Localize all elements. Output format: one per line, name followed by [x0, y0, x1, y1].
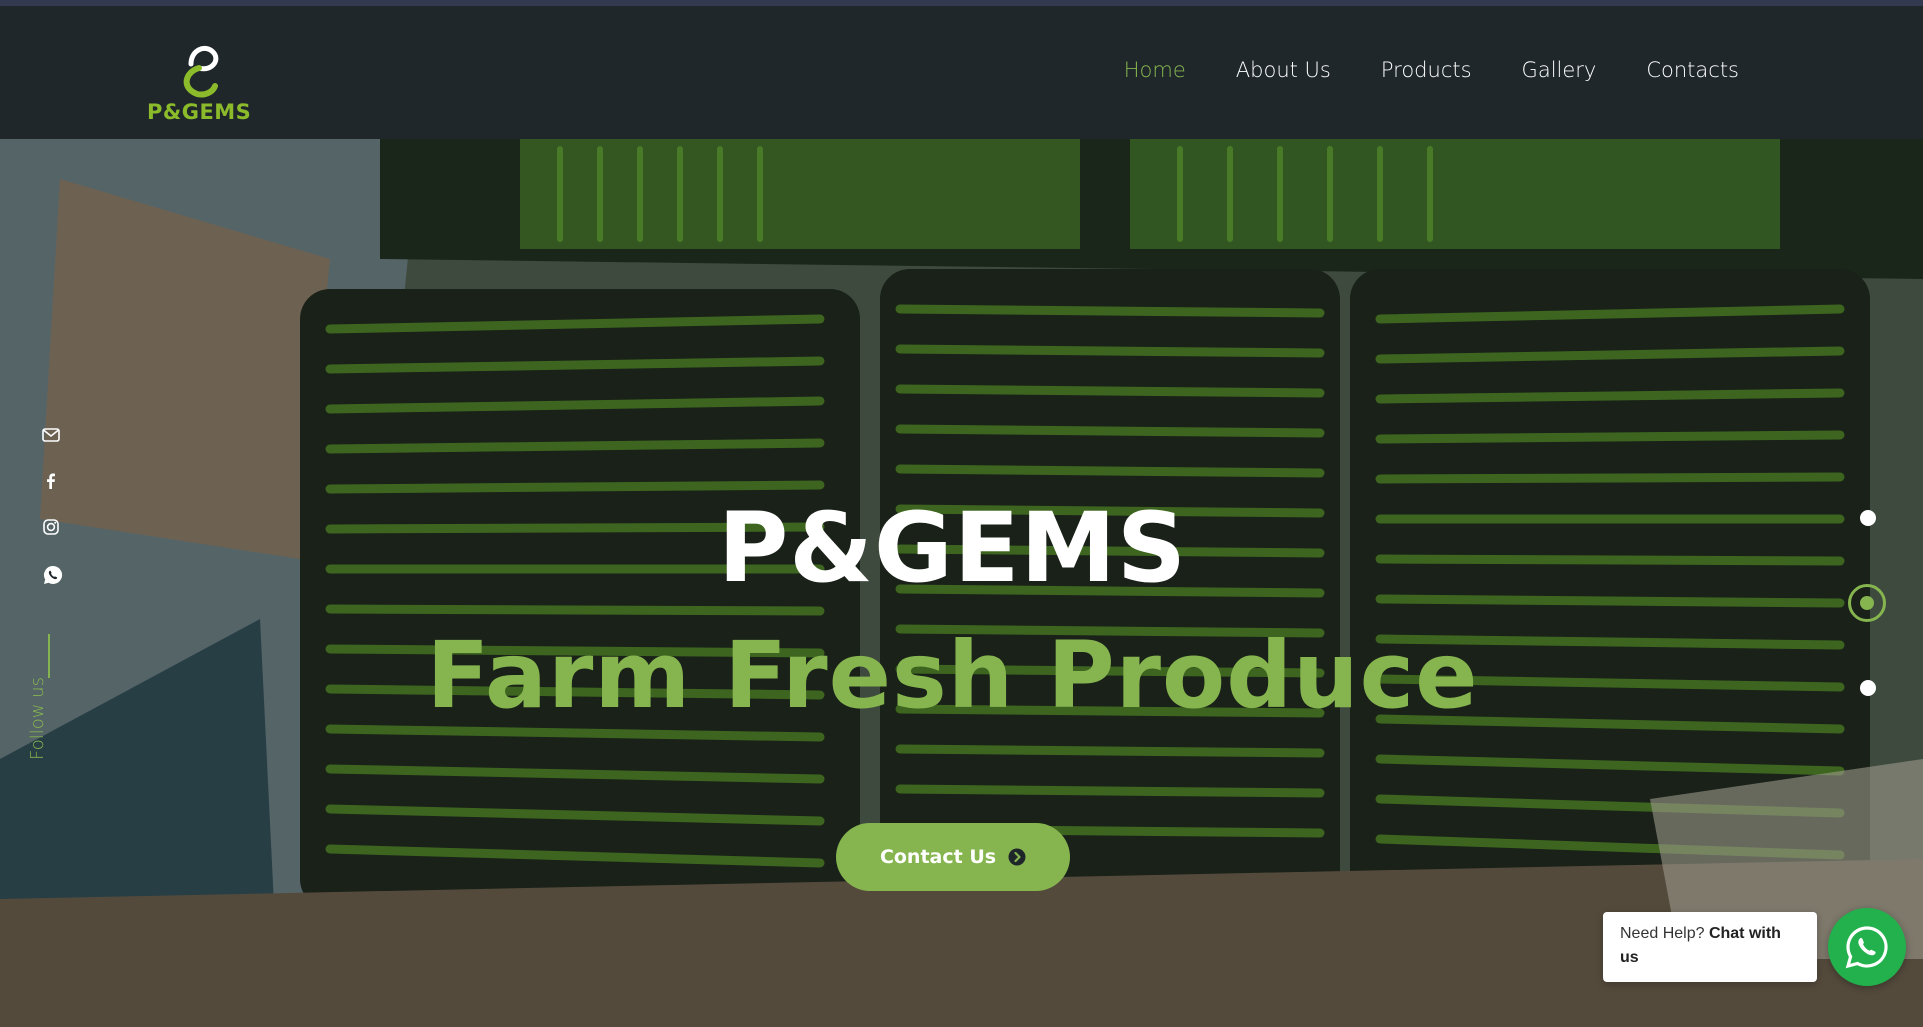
site-header: P&GEMS Home About Us Products Gallery Co…: [0, 6, 1923, 139]
help-text: Need Help?: [1620, 925, 1709, 942]
nav-products[interactable]: Products: [1381, 58, 1472, 82]
instagram-icon[interactable]: [42, 518, 66, 542]
logo-text: P&GEMS: [147, 100, 252, 124]
mail-icon[interactable]: [42, 426, 66, 450]
hero-subtitle: Farm Fresh Produce: [426, 622, 1479, 729]
hero-title: P&GEMS: [717, 492, 1188, 604]
chat-help-bubble[interactable]: Need Help? Chat with us: [1603, 912, 1817, 982]
nav-about-us[interactable]: About Us: [1236, 58, 1331, 82]
social-links: [42, 426, 66, 610]
contact-us-label: Contact Us: [879, 846, 997, 868]
arrow-circle-right-icon: [1008, 848, 1026, 866]
whatsapp-chat-button[interactable]: [1828, 908, 1906, 986]
slider-dot-3[interactable]: [1860, 680, 1876, 696]
slider-dot-2-active[interactable]: [1848, 584, 1886, 622]
slider-pagination: [1848, 505, 1888, 705]
nav-home[interactable]: Home: [1124, 58, 1186, 82]
main-nav: Home About Us Products Gallery Contacts: [1124, 58, 1739, 82]
logo[interactable]: P&GEMS: [147, 22, 251, 130]
contact-us-button[interactable]: Contact Us: [836, 823, 1070, 891]
whatsapp-icon[interactable]: [42, 564, 66, 588]
whatsapp-icon: [1845, 926, 1888, 969]
logo-mark-icon: [183, 46, 219, 98]
nav-contacts[interactable]: Contacts: [1646, 58, 1739, 82]
nav-gallery[interactable]: Gallery: [1522, 58, 1597, 82]
facebook-icon[interactable]: [42, 472, 66, 496]
slider-dot-1[interactable]: [1860, 510, 1876, 526]
